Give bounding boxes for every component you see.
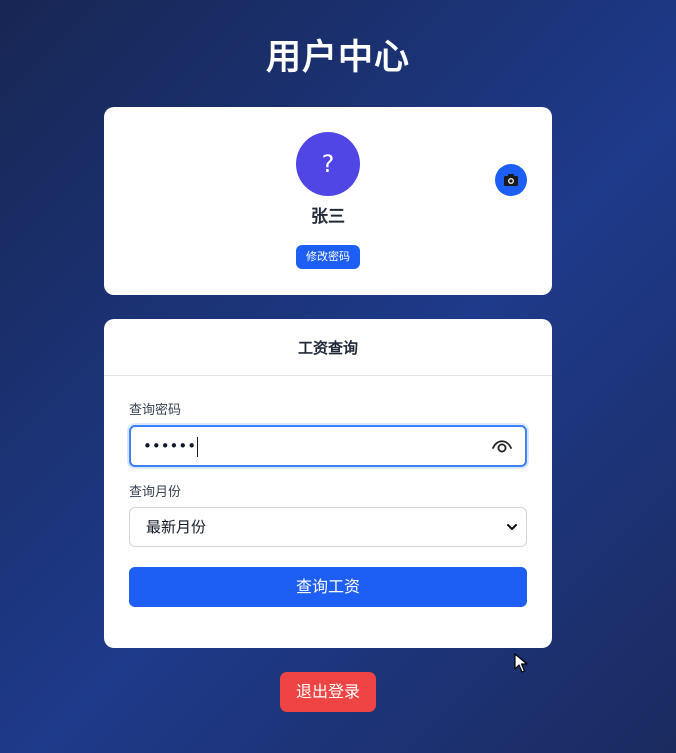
salary-query-card: 工资查询 查询密码 •••••• 查询月份 最新月份 查询工资 (104, 319, 552, 648)
avatar[interactable]: ? (296, 132, 360, 196)
card-header: 工资查询 (104, 319, 552, 376)
query-salary-button[interactable]: 查询工资 (129, 567, 527, 607)
mouse-cursor-icon (514, 653, 528, 673)
password-label: 查询密码 (129, 403, 182, 418)
change-password-button[interactable]: 修改密码 (296, 245, 360, 269)
month-select[interactable]: 最新月份 (129, 507, 527, 547)
page-title: 用户中心 (265, 38, 410, 78)
month-label: 查询月份 (129, 485, 182, 500)
eye-icon[interactable] (491, 436, 513, 456)
logout-button[interactable]: 退出登录 (280, 672, 376, 712)
chevron-down-icon (507, 524, 517, 530)
month-selected-value: 最新月份 (146, 518, 207, 536)
profile-card: ? 张三 修改密码 (104, 107, 552, 295)
upload-avatar-button[interactable] (495, 164, 527, 196)
query-password-input[interactable]: •••••• (129, 425, 527, 467)
password-value: •••••• (143, 437, 197, 455)
user-name: 张三 (311, 207, 345, 227)
camera-icon (504, 174, 518, 186)
